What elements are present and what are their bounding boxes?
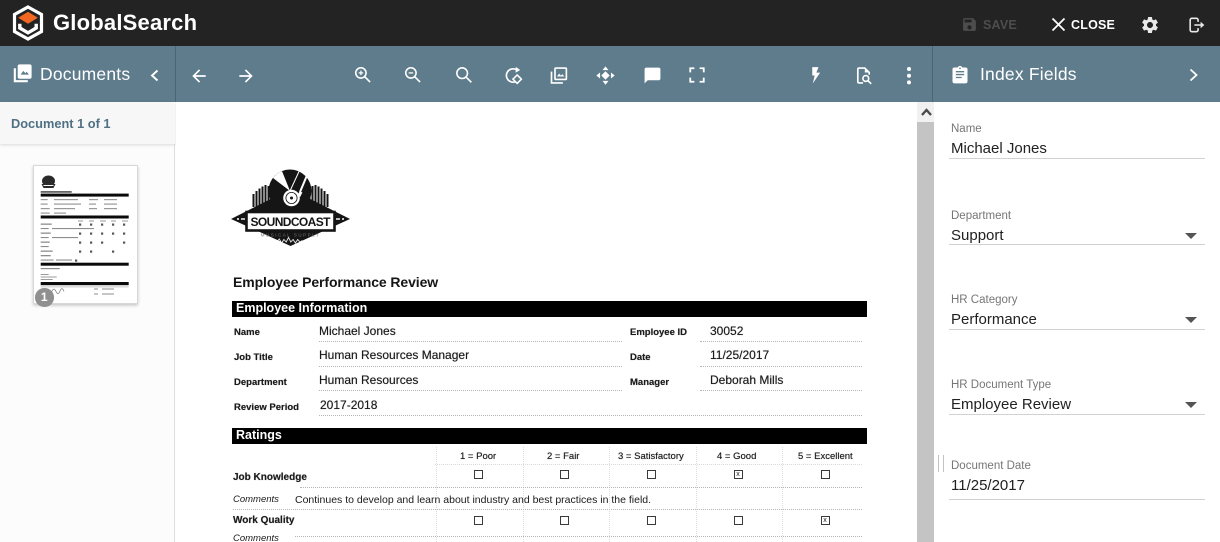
svg-text:SOUNDCOAST: SOUNDCOAST <box>251 215 332 229</box>
svg-text:MUSICAL SUPPLY: MUSICAL SUPPLY <box>261 233 321 238</box>
